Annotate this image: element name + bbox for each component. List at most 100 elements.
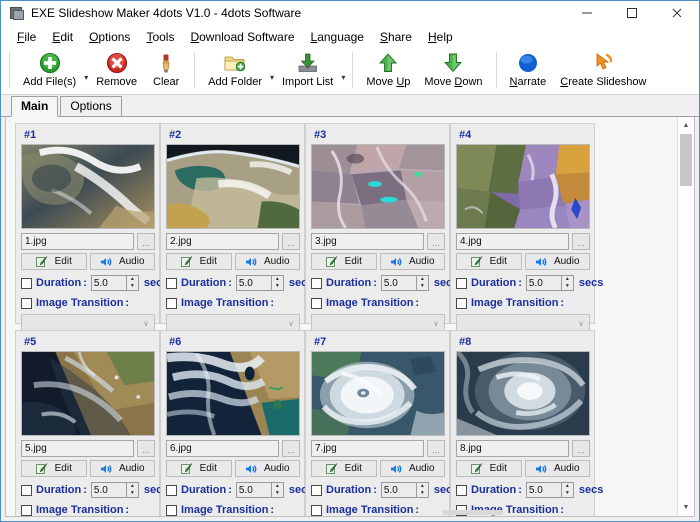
item-thumbnail[interactable]	[456, 144, 590, 229]
item-duration-value[interactable]: 5.0	[90, 275, 126, 291]
spinner-down-icon[interactable]: ▼	[417, 283, 428, 290]
spinner-down-icon[interactable]: ▼	[562, 490, 573, 497]
item-transition-checkbox[interactable]	[21, 504, 32, 516]
create-slideshow-button[interactable]: Create Slideshow	[553, 48, 653, 89]
item-browse-button[interactable]: ...	[572, 233, 590, 250]
spinner-down-icon[interactable]: ▼	[272, 490, 283, 497]
item-audio-button[interactable]: Audio	[89, 253, 155, 270]
item-browse-button[interactable]: ...	[427, 233, 445, 250]
vertical-scrollbar[interactable]: ▲ ▼	[677, 117, 694, 516]
item-duration-arrows[interactable]: ▲ ▼	[560, 482, 574, 498]
item-duration-value[interactable]: 5.0	[380, 275, 416, 291]
scroll-down-icon[interactable]: ▼	[678, 499, 694, 516]
item-audio-button[interactable]: Audio	[524, 460, 590, 477]
item-panel[interactable]: #4 4.jpg ... Edit Audio Duration: 5.0 ▲…	[450, 123, 603, 332]
item-edit-button[interactable]: Edit	[21, 253, 87, 270]
import-list-button[interactable]: Import List	[275, 48, 340, 89]
item-duration-value[interactable]: 5.0	[525, 482, 561, 498]
menu-item-tools[interactable]: Tools	[138, 28, 182, 46]
maximize-icon[interactable]	[609, 0, 654, 26]
item-transition-checkbox[interactable]	[311, 297, 322, 309]
item-panel[interactable]: #3 3.jpg ... Edit Audio Duration: 5.0 ▲…	[305, 123, 458, 332]
menu-item-download-software[interactable]: Download Software	[182, 28, 302, 46]
item-duration-checkbox[interactable]	[456, 277, 467, 289]
item-transition-checkbox[interactable]	[166, 504, 177, 516]
spinner-down-icon[interactable]: ▼	[127, 283, 138, 290]
close-icon[interactable]	[654, 0, 699, 26]
item-duration-value[interactable]: 5.0	[90, 482, 126, 498]
item-file-input[interactable]: 1.jpg	[21, 233, 134, 250]
chevron-down-icon[interactable]: ∨	[578, 319, 584, 328]
item-transition-checkbox[interactable]	[311, 504, 322, 516]
item-panel[interactable]: #7 7.jpg ... Edit Audio Duration: 5.0 ▲…	[305, 330, 458, 516]
spinner-down-icon[interactable]: ▼	[417, 490, 428, 497]
add-files-dropdown-caret[interactable]: ▾	[84, 61, 88, 82]
item-edit-button[interactable]: Edit	[311, 253, 377, 270]
narrate-button[interactable]: Narrate	[503, 48, 554, 89]
scrollbar-thumb[interactable]	[680, 134, 692, 186]
import-list-dropdown-caret[interactable]: ▾	[341, 61, 345, 82]
item-browse-button[interactable]: ...	[137, 440, 155, 457]
item-audio-button[interactable]: Audio	[234, 460, 300, 477]
item-transition-checkbox[interactable]	[21, 297, 32, 309]
item-duration-arrows[interactable]: ▲ ▼	[125, 275, 139, 291]
item-duration-stepper[interactable]: 5.0 ▲ ▼	[380, 275, 429, 291]
move-up-button[interactable]: Move Up	[359, 48, 417, 89]
item-transition-checkbox[interactable]	[166, 297, 177, 309]
item-edit-button[interactable]: Edit	[166, 253, 232, 270]
item-browse-button[interactable]: ...	[282, 233, 300, 250]
spinner-up-icon[interactable]: ▲	[562, 483, 573, 490]
item-thumbnail[interactable]	[166, 144, 300, 229]
item-audio-button[interactable]: Audio	[524, 253, 590, 270]
spinner-up-icon[interactable]: ▲	[272, 483, 283, 490]
item-panel[interactable]: #6 6.jpg ... Edit Audio Duration: 5.0 ▲…	[160, 330, 313, 516]
item-duration-stepper[interactable]: 5.0 ▲ ▼	[525, 482, 574, 498]
item-duration-stepper[interactable]: 5.0 ▲ ▼	[525, 275, 574, 291]
item-duration-arrows[interactable]: ▲ ▼	[125, 482, 139, 498]
item-panel[interactable]: #8 8.jpg ... Edit Audio Duration: 5.0 ▲…	[450, 330, 603, 516]
item-file-input[interactable]: 2.jpg	[166, 233, 279, 250]
menu-item-options[interactable]: Options	[81, 28, 138, 46]
item-transition-checkbox[interactable]	[456, 297, 467, 309]
item-file-input[interactable]: 3.jpg	[311, 233, 424, 250]
chevron-down-icon[interactable]: ∨	[433, 319, 439, 328]
menu-item-language[interactable]: Language	[303, 28, 372, 46]
spinner-up-icon[interactable]: ▲	[562, 276, 573, 283]
item-duration-stepper[interactable]: 5.0 ▲ ▼	[90, 275, 139, 291]
item-audio-button[interactable]: Audio	[379, 460, 445, 477]
item-thumbnail[interactable]	[456, 351, 590, 436]
item-edit-button[interactable]: Edit	[21, 460, 87, 477]
item-duration-stepper[interactable]: 5.0 ▲ ▼	[380, 482, 429, 498]
tab-main[interactable]: Main	[11, 96, 59, 117]
item-duration-stepper[interactable]: 5.0 ▲ ▼	[90, 482, 139, 498]
item-duration-checkbox[interactable]	[21, 277, 32, 289]
item-thumbnail[interactable]	[21, 351, 155, 436]
horizontal-scrollbar[interactable]	[443, 510, 503, 515]
menu-item-share[interactable]: Share	[372, 28, 420, 46]
item-file-input[interactable]: 5.jpg	[21, 440, 134, 457]
chevron-down-icon[interactable]: ∨	[288, 319, 294, 328]
item-duration-checkbox[interactable]	[166, 277, 177, 289]
spinner-down-icon[interactable]: ▼	[562, 283, 573, 290]
item-duration-arrows[interactable]: ▲ ▼	[560, 275, 574, 291]
remove-button[interactable]: Remove	[89, 48, 144, 89]
menu-item-edit[interactable]: Edit	[44, 28, 81, 46]
minimize-icon[interactable]	[564, 0, 609, 26]
item-thumbnail[interactable]	[21, 144, 155, 229]
item-panel[interactable]: #2 2.jpg ... Edit Audio Duration: 5.0 ▲…	[160, 123, 313, 332]
item-panel[interactable]: #1 1.jpg ... Edit Audio Duration: 5.0 ▲…	[15, 123, 168, 332]
spinner-up-icon[interactable]: ▲	[127, 276, 138, 283]
item-audio-button[interactable]: Audio	[379, 253, 445, 270]
spinner-up-icon[interactable]: ▲	[417, 483, 428, 490]
item-edit-button[interactable]: Edit	[166, 460, 232, 477]
item-duration-checkbox[interactable]	[456, 484, 467, 496]
item-duration-arrows[interactable]: ▲ ▼	[270, 275, 284, 291]
item-file-input[interactable]: 7.jpg	[311, 440, 424, 457]
item-duration-checkbox[interactable]	[311, 484, 322, 496]
spinner-up-icon[interactable]: ▲	[272, 276, 283, 283]
item-audio-button[interactable]: Audio	[89, 460, 155, 477]
clear-button[interactable]: Clear	[144, 48, 188, 89]
item-duration-value[interactable]: 5.0	[235, 275, 271, 291]
item-edit-button[interactable]: Edit	[456, 460, 522, 477]
item-edit-button[interactable]: Edit	[311, 460, 377, 477]
